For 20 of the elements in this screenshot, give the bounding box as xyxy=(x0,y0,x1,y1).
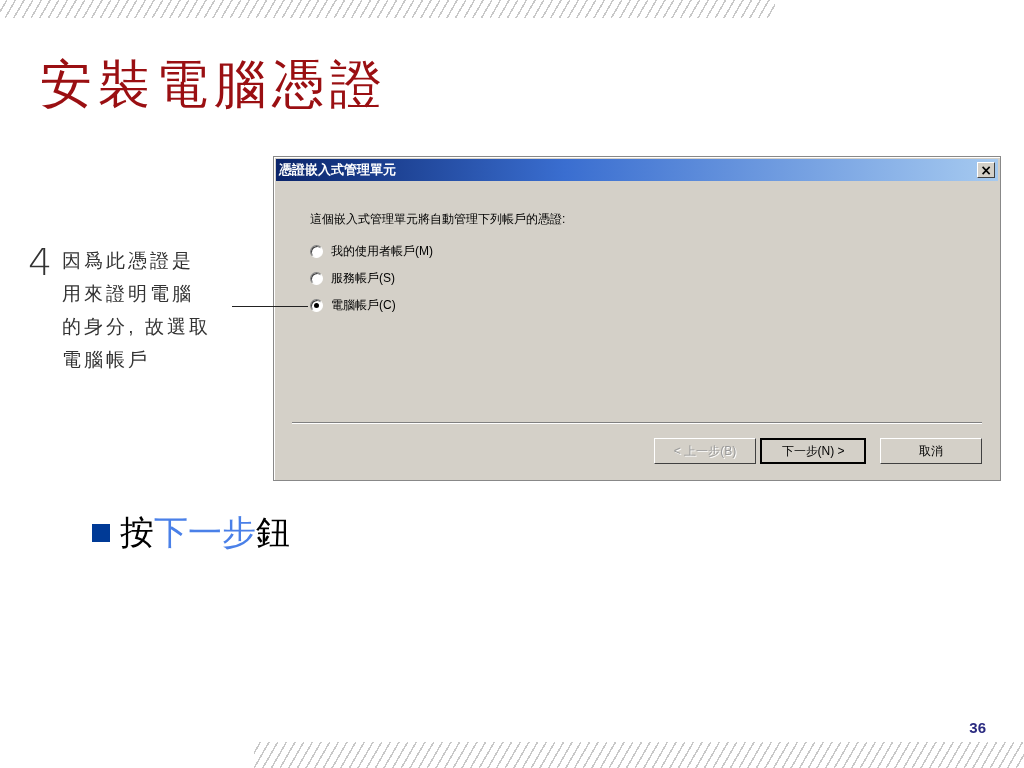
prompt-text: 這個嵌入式管理單元將自動管理下列帳戶的憑證: xyxy=(310,211,566,228)
bullet-text: 按下一步鈕 xyxy=(120,511,290,554)
slide-title: 安裝電腦憑證 xyxy=(40,53,388,116)
radio-label[interactable]: 服務帳戶(S) xyxy=(331,270,395,287)
radio-button[interactable] xyxy=(310,272,323,285)
radio-label[interactable]: 電腦帳戶(C) xyxy=(331,297,396,314)
callout-text: 的身分, 故選取 xyxy=(62,315,211,339)
radio-button[interactable] xyxy=(310,299,323,312)
page-number: 36 xyxy=(969,719,986,736)
window-title: 憑證嵌入式管理單元 xyxy=(279,161,396,179)
bullet-icon xyxy=(92,524,110,542)
radio-label[interactable]: 我的使用者帳戶(M) xyxy=(331,243,433,260)
step-number: 4 xyxy=(28,242,53,282)
dialog-button[interactable]: 取消 xyxy=(880,438,982,464)
callout-text: 因爲此憑證是 xyxy=(62,249,195,273)
dialog-button[interactable]: 下一步(N) > xyxy=(760,438,866,464)
radio-button[interactable] xyxy=(310,245,323,258)
callout-text: 用來證明電腦 xyxy=(62,282,195,306)
close-button[interactable]: × xyxy=(977,162,995,178)
callout-text: 電腦帳戶 xyxy=(62,348,151,372)
